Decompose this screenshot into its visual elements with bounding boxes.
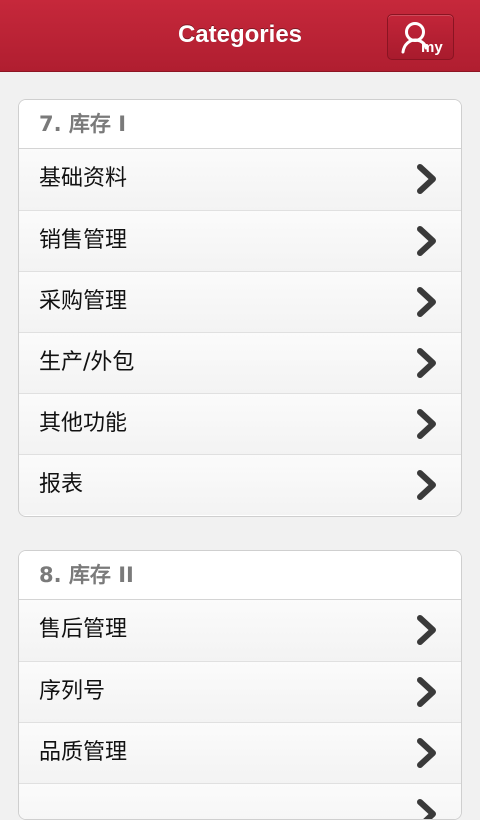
list-item-label: 售后管理 — [39, 617, 128, 642]
list-item-reports[interactable]: 报表 — [19, 454, 461, 515]
list-item-label: 销售管理 — [39, 228, 128, 253]
chevron-right-icon — [417, 615, 436, 645]
group-title: 8. 库存 II — [19, 551, 461, 600]
list-item-label: 采购管理 — [39, 289, 128, 314]
list-item-serial-number[interactable]: 序列号 — [19, 661, 461, 722]
chevron-right-icon — [417, 164, 436, 194]
chevron-right-icon — [417, 677, 436, 707]
list-item-production-outsourcing[interactable]: 生产/外包 — [19, 332, 461, 393]
user-icon: my — [401, 22, 443, 56]
chevron-right-icon — [417, 799, 436, 819]
chevron-right-icon — [417, 226, 436, 256]
list-item-label: 报表 — [39, 472, 84, 497]
chevron-right-icon — [417, 738, 436, 768]
list-item-label: 序列号 — [39, 679, 106, 704]
list-item-other-functions[interactable]: 其他功能 — [19, 393, 461, 454]
group-inventory-1: 7. 库存 I 基础资料 销售管理 采购管理 生产/外包 其他功能 报表 — [18, 99, 462, 517]
list-item-label: 生产/外包 — [39, 350, 135, 375]
list-item-purchase-management[interactable]: 采购管理 — [19, 271, 461, 332]
list-item-label: 品质管理 — [39, 740, 128, 765]
chevron-right-icon — [417, 348, 436, 378]
my-label: my — [421, 39, 443, 56]
my-account-button[interactable]: my — [387, 14, 454, 60]
header-bar: Categories my — [0, 0, 480, 72]
group-inventory-2: 8. 库存 II 售后管理 序列号 品质管理 — [18, 550, 462, 820]
list-item-sales-management[interactable]: 销售管理 — [19, 210, 461, 271]
list-item-label: 基础资料 — [39, 166, 128, 191]
chevron-right-icon — [417, 470, 436, 500]
list-item-after-sales[interactable]: 售后管理 — [19, 600, 461, 661]
chevron-right-icon — [417, 409, 436, 439]
list-item-quality-management[interactable]: 品质管理 — [19, 722, 461, 783]
chevron-right-icon — [417, 287, 436, 317]
list-item-label: 其他功能 — [39, 411, 128, 436]
list-item-partial[interactable] — [19, 783, 461, 819]
group-title: 7. 库存 I — [19, 100, 461, 149]
list-item-basic-data[interactable]: 基础资料 — [19, 149, 461, 210]
